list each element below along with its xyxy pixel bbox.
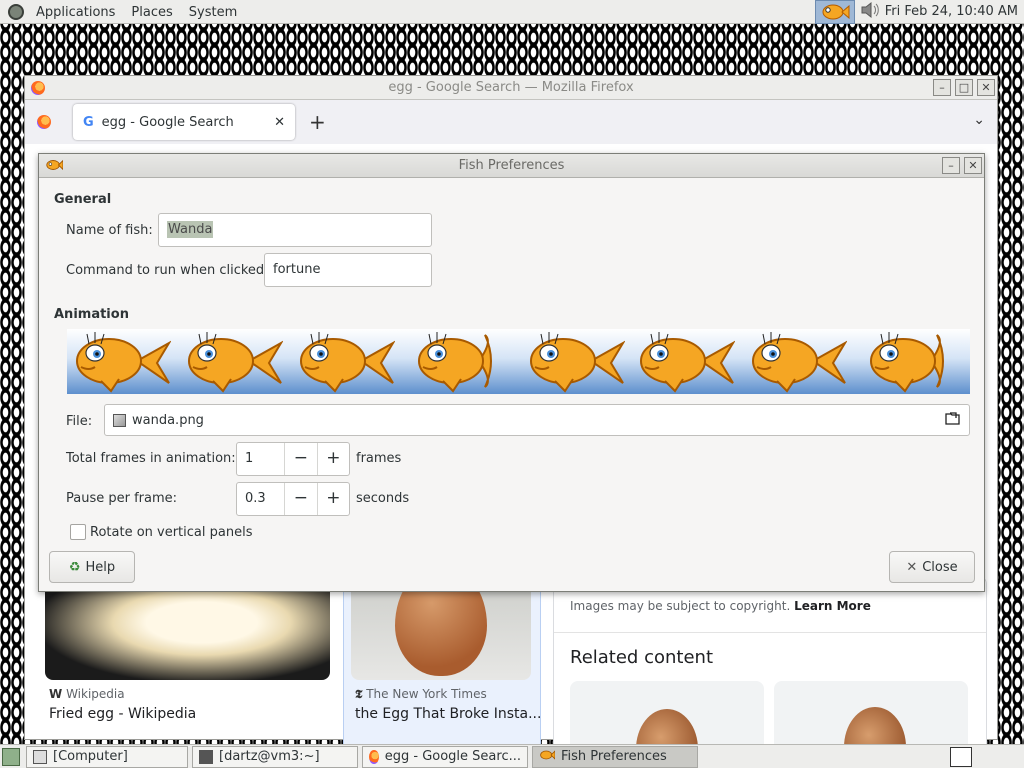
- fish-frame: [525, 331, 626, 394]
- pause-label: Pause per frame:: [66, 491, 178, 506]
- fish-frame: [635, 331, 736, 394]
- egg-image[interactable]: [351, 584, 531, 680]
- firefox-titlebar[interactable]: egg - Google Search — Mozilla Firefox – …: [25, 76, 997, 100]
- taskbar-item-terminal[interactable]: [dartz@vm3:~]: [192, 745, 358, 768]
- fish-name-label: Name of fish:: [66, 223, 153, 238]
- dialog-title: Fish Preferences: [458, 158, 565, 173]
- computer-icon: [33, 749, 47, 764]
- fish-frame: [747, 331, 848, 394]
- top-panel: Applications Places System Fri Feb 24, 1…: [0, 0, 1024, 24]
- command-field[interactable]: fortune: [264, 253, 432, 287]
- close-tab-icon[interactable]: ✕: [274, 115, 285, 130]
- close-icon: ✕: [906, 559, 918, 575]
- fried-egg-image[interactable]: [45, 584, 330, 680]
- related-content-heading: Related content: [570, 647, 713, 668]
- pause-decrement-button[interactable]: −: [284, 483, 316, 515]
- frames-value[interactable]: 1: [237, 443, 284, 475]
- frames-increment-button[interactable]: +: [316, 443, 349, 475]
- gnome-menu-icon[interactable]: [4, 0, 28, 24]
- command-label: Command to run when clicked:: [66, 263, 269, 278]
- fish-frame: [71, 331, 172, 394]
- file-chooser-button[interactable]: wanda.png: [104, 404, 970, 436]
- pause-increment-button[interactable]: +: [316, 483, 349, 515]
- image-side-panel: Images may be subject to copyright. Lear…: [553, 576, 987, 768]
- divider: [554, 632, 986, 633]
- firefox-window-title: egg - Google Search — Mozilla Firefox: [388, 80, 634, 95]
- copyright-notice: Images may be subject to copyright. Lear…: [570, 599, 871, 613]
- dialog-titlebar[interactable]: Fish Preferences – ✕: [39, 154, 984, 178]
- general-section-label: General: [54, 192, 112, 207]
- fish-taskbar-icon: [539, 749, 556, 765]
- new-tab-button[interactable]: +: [309, 110, 326, 134]
- close-button[interactable]: ✕ Close: [889, 551, 975, 583]
- fish-app-icon: [46, 159, 63, 171]
- list-all-tabs-icon[interactable]: ⌄: [973, 112, 985, 128]
- animation-preview: [67, 329, 970, 394]
- nyt-icon: 𝕿: [355, 687, 363, 701]
- frames-label: Total frames in animation:: [66, 451, 236, 466]
- rotate-checkbox[interactable]: [70, 524, 86, 540]
- fish-preferences-dialog: Fish Preferences – ✕ General Name of fis…: [38, 153, 985, 592]
- fish-applet-icon[interactable]: [814, 0, 855, 24]
- firefox-view-icon[interactable]: [37, 115, 51, 129]
- google-favicon-icon: G: [83, 114, 94, 130]
- system-menu[interactable]: System: [181, 0, 245, 24]
- pause-value[interactable]: 0.3: [237, 483, 284, 515]
- learn-more-link[interactable]: Learn More: [794, 599, 871, 613]
- frames-spinbutton[interactable]: 1 − +: [236, 442, 350, 476]
- minimize-button[interactable]: –: [933, 79, 951, 96]
- card2-caption[interactable]: the Egg That Broke Insta...: [355, 706, 541, 722]
- places-menu[interactable]: Places: [123, 0, 180, 24]
- fish-frame: [183, 331, 284, 394]
- applications-menu[interactable]: Applications: [28, 0, 123, 24]
- file-label: File:: [66, 414, 93, 429]
- show-desktop-button[interactable]: [2, 747, 20, 766]
- volume-icon[interactable]: [859, 0, 881, 24]
- help-button[interactable]: ♻ Help: [49, 551, 135, 583]
- card1-caption[interactable]: Fried egg - Wikipedia: [49, 706, 196, 722]
- pause-unit: seconds: [356, 491, 410, 506]
- firefox-taskbar-icon: [369, 749, 379, 764]
- workspace-switcher[interactable]: [950, 746, 972, 767]
- frames-decrement-button[interactable]: −: [284, 443, 316, 475]
- fish-frame: [413, 331, 513, 394]
- file-name: wanda.png: [132, 412, 204, 428]
- clock[interactable]: Fri Feb 24, 10:40 AM: [885, 4, 1018, 19]
- open-folder-icon: [945, 411, 961, 429]
- close-window-button[interactable]: ✕: [977, 79, 995, 96]
- frames-unit: frames: [356, 451, 402, 466]
- image-file-icon: [113, 413, 126, 427]
- rotate-label[interactable]: Rotate on vertical panels: [90, 525, 252, 540]
- command-value: fortune: [273, 262, 321, 277]
- wikipedia-icon: W: [49, 687, 63, 701]
- animation-section-label: Animation: [54, 307, 129, 322]
- bottom-panel: [Computer] [dartz@vm3:~] egg - Google Se…: [0, 744, 1024, 768]
- terminal-icon: [199, 749, 213, 764]
- fish-name-field[interactable]: Wanda: [158, 213, 432, 247]
- dialog-minimize-button[interactable]: –: [942, 157, 960, 174]
- dialog-close-window-button[interactable]: ✕: [964, 157, 982, 174]
- nyt-source[interactable]: 𝕿 The New York Times: [355, 687, 487, 702]
- tab-bar: G egg - Google Search ✕ + ⌄: [25, 100, 997, 144]
- taskbar-item-computer[interactable]: [Computer]: [26, 745, 188, 768]
- tab-title: egg - Google Search: [101, 114, 234, 130]
- help-icon: ♻: [68, 559, 81, 575]
- maximize-button[interactable]: □: [955, 79, 973, 96]
- fish-name-value: Wanda: [167, 221, 214, 238]
- pause-spinbutton[interactable]: 0.3 − +: [236, 482, 350, 516]
- firefox-logo-icon: [31, 81, 45, 95]
- fish-frame: [865, 331, 965, 394]
- fish-frame: [295, 331, 396, 394]
- taskbar-item-firefox[interactable]: egg - Google Searc...: [362, 745, 528, 768]
- wikipedia-source[interactable]: W Wikipedia: [49, 687, 125, 701]
- tab-egg-google-search[interactable]: G egg - Google Search ✕: [73, 104, 295, 140]
- taskbar-item-fish-preferences[interactable]: Fish Preferences: [532, 745, 698, 768]
